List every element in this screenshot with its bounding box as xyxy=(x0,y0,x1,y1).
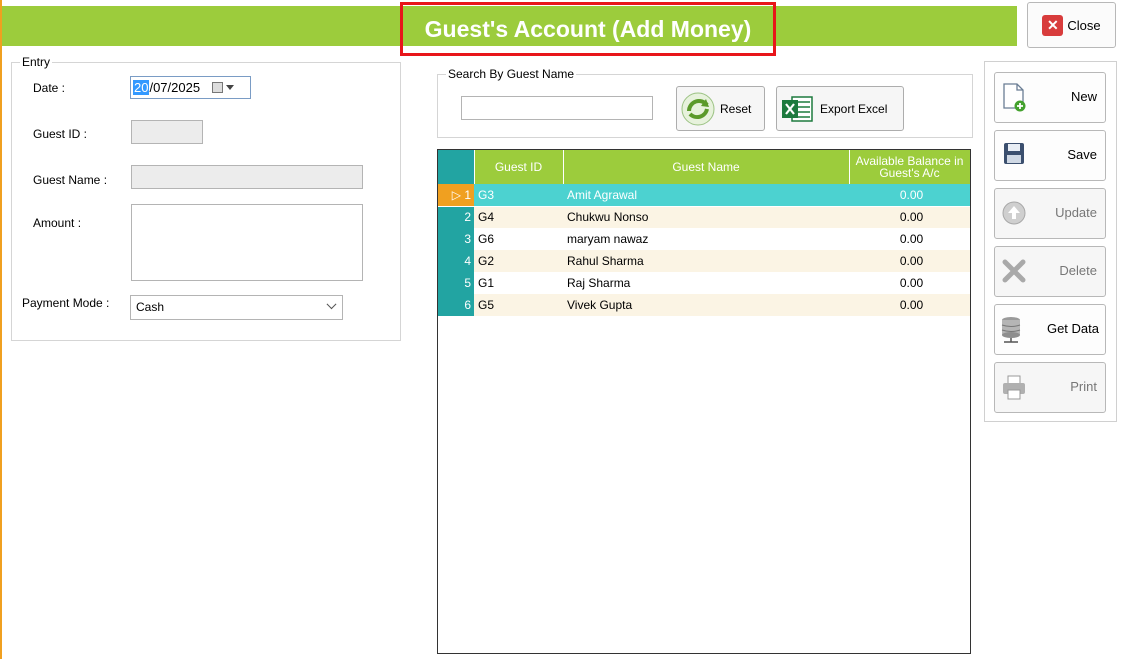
save-button[interactable]: Save xyxy=(994,130,1106,181)
date-day-selected: 20 xyxy=(133,80,150,95)
cell-guest-id[interactable]: G5 xyxy=(474,294,563,316)
search-input[interactable] xyxy=(461,96,653,120)
get-data-label: Get Data xyxy=(1046,321,1099,336)
cell-guest-name[interactable]: Rahul Sharma xyxy=(563,250,849,272)
reset-label: Reset xyxy=(720,101,752,116)
row-number[interactable]: 2 xyxy=(438,206,474,228)
cell-balance[interactable]: 0.00 xyxy=(849,250,970,272)
excel-icon xyxy=(782,95,813,122)
payment-mode-value: Cash xyxy=(136,300,165,314)
table-row[interactable]: 6 G5 Vivek Gupta 0.00 xyxy=(438,294,970,316)
page-title: Guest's Account (Add Money) xyxy=(400,2,776,56)
search-legend: Search By Guest Name xyxy=(446,67,577,81)
entry-legend: Entry xyxy=(20,55,53,69)
cell-balance[interactable]: 0.00 xyxy=(849,206,970,228)
new-label: New xyxy=(1070,89,1097,104)
current-row-arrow-icon: ▷ xyxy=(451,187,461,202)
cell-guest-name[interactable]: Raj Sharma xyxy=(563,272,849,294)
export-excel-button[interactable]: Export Excel xyxy=(776,86,904,131)
cell-balance[interactable]: 0.00 xyxy=(849,294,970,316)
table-row[interactable]: 2 G4 Chukwu Nonso 0.00 xyxy=(438,206,970,228)
print-label: Print xyxy=(1070,379,1097,394)
guest-name-label: Guest Name : xyxy=(33,173,108,187)
cell-guest-id[interactable]: G3 xyxy=(474,184,563,207)
column-header-guest-id[interactable]: Guest ID xyxy=(474,150,564,184)
calendar-icon[interactable] xyxy=(212,82,224,93)
refresh-icon xyxy=(681,92,715,125)
grid-header-row: Guest ID Guest Name Available Balance in… xyxy=(438,150,970,184)
save-label: Save xyxy=(1067,147,1097,162)
cell-guest-id[interactable]: G4 xyxy=(474,206,563,228)
printer-icon xyxy=(1003,375,1025,400)
column-header-balance[interactable]: Available Balance in Guest's A/c xyxy=(849,150,970,184)
row-number[interactable]: 6 xyxy=(438,294,474,316)
cell-guest-id[interactable]: G2 xyxy=(474,250,563,272)
row-number[interactable]: ▷ 1 xyxy=(438,184,474,207)
chevron-down-icon[interactable] xyxy=(226,85,235,90)
amount-field[interactable] xyxy=(131,204,363,281)
cell-guest-id[interactable]: G1 xyxy=(474,272,563,294)
update-button[interactable]: Update xyxy=(994,188,1106,239)
new-button[interactable]: New xyxy=(994,72,1106,123)
get-data-button[interactable]: Get Data xyxy=(994,304,1106,355)
row-header-corner xyxy=(438,150,475,184)
guest-grid[interactable]: Guest ID Guest Name Available Balance in… xyxy=(437,149,971,654)
guest-id-field[interactable] xyxy=(131,120,203,144)
table-row[interactable]: 3 G6 maryam nawaz 0.00 xyxy=(438,228,970,250)
export-excel-label: Export Excel xyxy=(820,101,888,116)
payment-mode-label: Payment Mode : xyxy=(22,296,110,310)
cell-balance[interactable]: 0.00 xyxy=(849,184,970,207)
chevron-down-icon xyxy=(326,299,337,310)
up-arrow-icon xyxy=(1002,201,1026,225)
date-label: Date : xyxy=(33,81,66,95)
cell-guest-name[interactable]: Vivek Gupta xyxy=(563,294,849,316)
close-label: Close xyxy=(1067,17,1101,33)
row-number[interactable]: 4 xyxy=(438,250,474,272)
reset-button[interactable]: Reset xyxy=(676,86,765,131)
table-row[interactable]: 4 G2 Rahul Sharma 0.00 xyxy=(438,250,970,272)
row-number[interactable]: 5 xyxy=(438,272,474,294)
update-label: Update xyxy=(1055,205,1097,220)
cell-balance[interactable]: 0.00 xyxy=(849,228,970,250)
cell-balance[interactable]: 0.00 xyxy=(849,272,970,294)
window-left-edge xyxy=(0,0,2,659)
delete-label: Delete xyxy=(1059,263,1097,278)
close-button[interactable]: ✕ Close xyxy=(1027,2,1116,48)
cell-guest-name[interactable]: Chukwu Nonso xyxy=(563,206,849,228)
print-button[interactable]: Print xyxy=(994,362,1106,413)
column-header-guest-name[interactable]: Guest Name xyxy=(563,150,850,184)
amount-label: Amount : xyxy=(33,216,82,230)
table-row[interactable]: ▷ 1 G3 Amit Agrawal 0.00 xyxy=(438,184,970,207)
date-picker[interactable]: 20 /07/2025 xyxy=(130,76,251,99)
database-icon xyxy=(1001,317,1021,343)
cell-guest-name[interactable]: maryam nawaz xyxy=(563,228,849,250)
table-row[interactable]: 5 G1 Raj Sharma 0.00 xyxy=(438,272,970,294)
save-icon xyxy=(1004,143,1024,164)
delete-button[interactable]: Delete xyxy=(994,246,1106,297)
close-icon: ✕ xyxy=(1042,14,1064,36)
cell-guest-id[interactable]: G6 xyxy=(474,228,563,250)
new-document-icon xyxy=(1003,83,1026,112)
date-rest: /07/2025 xyxy=(149,80,201,95)
row-number[interactable]: 3 xyxy=(438,228,474,250)
delete-x-icon xyxy=(1002,259,1026,283)
payment-mode-select[interactable]: Cash xyxy=(130,295,343,320)
guest-name-field[interactable] xyxy=(131,165,363,189)
cell-guest-name[interactable]: Amit Agrawal xyxy=(563,184,849,207)
guest-id-label: Guest ID : xyxy=(33,127,88,141)
